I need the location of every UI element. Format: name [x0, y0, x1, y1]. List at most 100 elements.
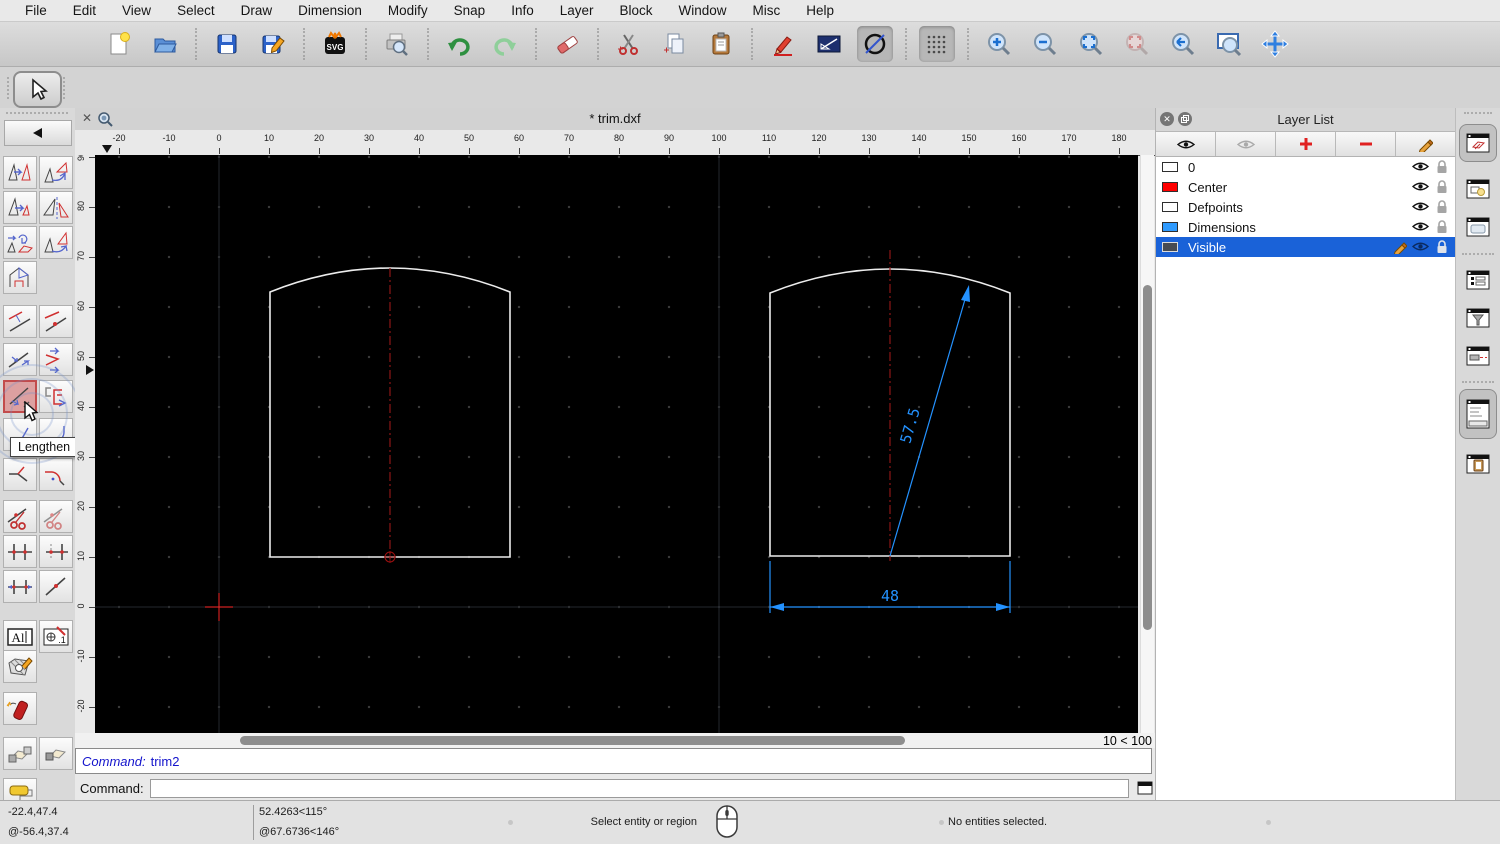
menu-window[interactable]: Window [666, 3, 740, 18]
menu-file[interactable]: File [12, 3, 60, 18]
toggle-library-browser-button[interactable] [1459, 208, 1497, 246]
modify-break-point-tool[interactable] [39, 570, 73, 603]
zoom-out-button[interactable] [1027, 26, 1063, 62]
horizontal-scrollbar[interactable]: 10 < 100 [75, 733, 1155, 748]
palette-back-button[interactable] [4, 120, 72, 146]
menu-layer[interactable]: Layer [547, 3, 607, 18]
menu-info[interactable]: Info [498, 3, 547, 18]
menu-snap[interactable]: Snap [441, 3, 499, 18]
modify-rotate-tool[interactable] [39, 156, 73, 189]
circle-tool-button[interactable] [857, 26, 893, 62]
edit-text-tool[interactable]: Al [3, 620, 37, 653]
paint-format-tool[interactable] [3, 778, 37, 800]
layer-visibility-icon[interactable] [1412, 220, 1429, 235]
modify-trim-tool[interactable] [3, 305, 37, 338]
zoom-window-button[interactable] [1211, 26, 1247, 62]
zoom-auto-button[interactable] [1073, 26, 1109, 62]
vertical-scrollbar-thumb[interactable] [1143, 285, 1152, 630]
cut-button[interactable] [611, 26, 647, 62]
modify-move-rotate-tool[interactable] [3, 226, 37, 259]
modify-cut-tool[interactable] [3, 500, 37, 533]
modify-scale-tool[interactable] [3, 191, 37, 224]
modify-stretch-tool[interactable] [3, 343, 37, 376]
grid-toggle-button[interactable] [919, 26, 955, 62]
layer-row-center[interactable]: Center [1156, 177, 1455, 197]
layer-color-swatch[interactable] [1162, 182, 1178, 192]
layer-color-swatch[interactable] [1162, 202, 1178, 212]
layer-lock-icon[interactable] [1436, 200, 1448, 217]
layer-lock-icon[interactable] [1436, 220, 1448, 237]
svg-export-button[interactable]: SVG [317, 26, 353, 62]
menu-block[interactable]: Block [607, 3, 666, 18]
block-edit-tool[interactable] [3, 737, 37, 770]
width-dimension[interactable]: 48 [770, 561, 1010, 613]
edit-dimension-tool[interactable]: .1 [39, 620, 73, 653]
menu-misc[interactable]: Misc [740, 3, 794, 18]
modify-divide-two-tool[interactable] [39, 535, 73, 568]
show-all-layers-button[interactable] [1156, 132, 1216, 156]
layer-color-swatch[interactable] [1162, 222, 1178, 232]
layer-visibility-icon[interactable] [1412, 160, 1429, 175]
open-document-button[interactable] [147, 26, 183, 62]
menu-select[interactable]: Select [164, 3, 228, 18]
modify-fillet-tool[interactable] [39, 458, 73, 491]
vertical-scrollbar[interactable] [1140, 155, 1154, 733]
copy-button[interactable] [657, 26, 693, 62]
hide-all-layers-button[interactable] [1216, 132, 1276, 156]
pan-button[interactable] [1257, 26, 1293, 62]
new-document-button[interactable] [101, 26, 137, 62]
zoom-previous-button[interactable] [1119, 26, 1155, 62]
modify-shrink-tool[interactable] [3, 570, 37, 603]
command-input[interactable] [150, 779, 1130, 798]
modify-bend-tool[interactable] [39, 343, 73, 376]
menu-modify[interactable]: Modify [375, 3, 441, 18]
block-create-tool[interactable] [39, 737, 73, 770]
layer-lock-icon[interactable] [1436, 160, 1448, 177]
layer-color-swatch[interactable] [1162, 242, 1178, 252]
menu-draw[interactable]: Draw [228, 3, 286, 18]
selection-pointer-button[interactable] [13, 71, 62, 108]
modify-lengthen-tool[interactable] [3, 380, 37, 413]
toggle-layer-list-button[interactable] [1459, 124, 1497, 162]
toggle-laser-pointer-button[interactable] [1459, 337, 1497, 375]
modify-rotate-two-tool[interactable] [39, 226, 73, 259]
toggle-command-line-button[interactable] [1459, 389, 1497, 439]
toggle-selection-filter-button[interactable] [1459, 299, 1497, 337]
toggle-entity-list-button[interactable] [1459, 261, 1497, 299]
redo-button[interactable] [487, 26, 523, 62]
toggle-clipboard-panel-button[interactable] [1459, 445, 1497, 483]
add-layer-button[interactable] [1276, 132, 1336, 156]
undo-button[interactable] [441, 26, 477, 62]
modify-revert-direction-tool[interactable] [3, 261, 37, 294]
layer-row-visible[interactable]: Visible [1156, 237, 1455, 257]
layer-row-defpoints[interactable]: Defpoints [1156, 197, 1455, 217]
zoom-back-button[interactable] [1165, 26, 1201, 62]
horizontal-scrollbar-thumb[interactable] [240, 736, 905, 745]
diagonal-dimension[interactable]: 57.5 [890, 285, 970, 556]
modify-move-tool[interactable] [3, 156, 37, 189]
layer-visibility-icon[interactable] [1412, 200, 1429, 215]
explode-tool[interactable] [3, 692, 37, 725]
modify-trim-two-tool[interactable] [39, 305, 73, 338]
modify-divide-tool[interactable] [3, 535, 37, 568]
save-as-button[interactable] [255, 26, 291, 62]
line-tool-button[interactable] [811, 26, 847, 62]
layer-edit-icon[interactable] [1393, 240, 1407, 257]
panel-float-button[interactable] [1178, 112, 1192, 126]
layer-visibility-icon[interactable] [1412, 180, 1429, 195]
menu-edit[interactable]: Edit [60, 3, 109, 18]
toggle-block-list-button[interactable] [1459, 170, 1497, 208]
paste-button[interactable] [703, 26, 739, 62]
drawing-canvas[interactable]: 57.5 48 [95, 155, 1138, 733]
menu-dimension[interactable]: Dimension [285, 3, 375, 18]
layer-lock-icon[interactable] [1436, 240, 1448, 257]
print-preview-button[interactable] [379, 26, 415, 62]
modify-offset-tool[interactable] [39, 380, 73, 413]
command-dock-button[interactable] [1135, 780, 1155, 797]
edit-layer-button[interactable] [1396, 132, 1455, 156]
remove-layer-button[interactable] [1336, 132, 1396, 156]
layer-row-dimensions[interactable]: Dimensions [1156, 217, 1455, 237]
layer-visibility-icon[interactable] [1412, 240, 1429, 255]
modify-mirror-tool[interactable] [39, 191, 73, 224]
zoom-in-button[interactable] [981, 26, 1017, 62]
